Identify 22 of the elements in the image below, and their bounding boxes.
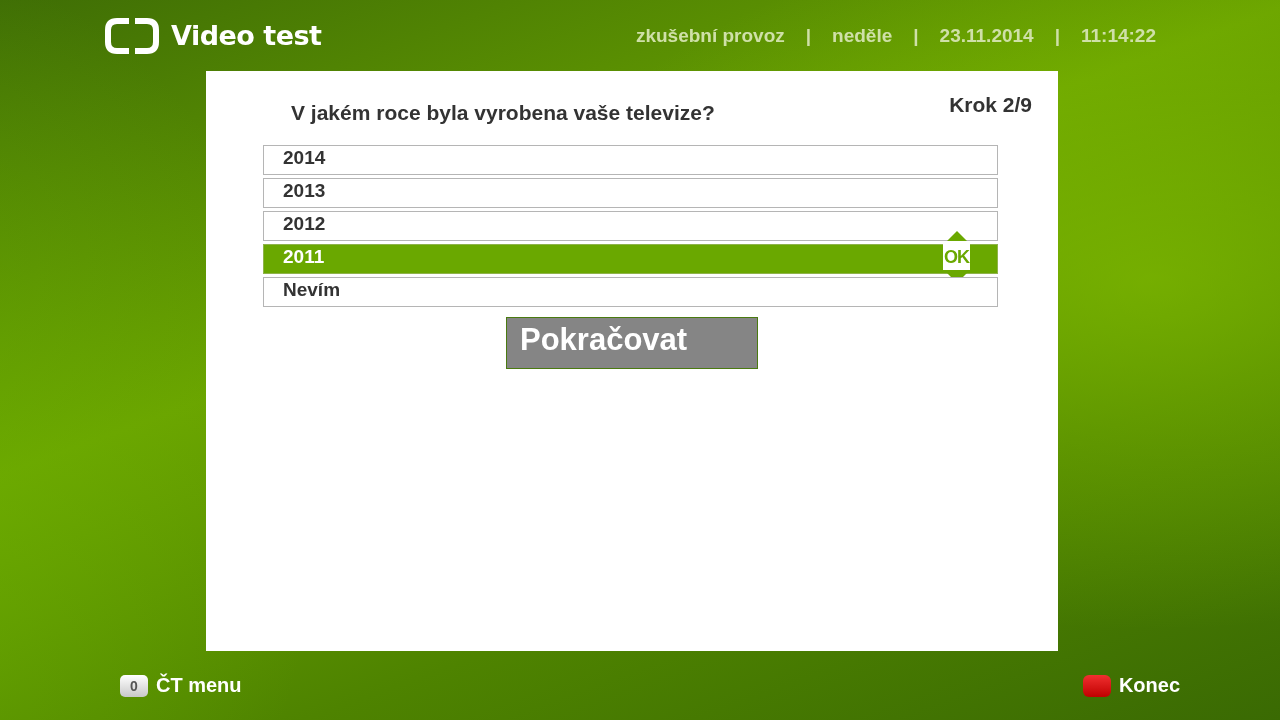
separator-text: | bbox=[805, 24, 812, 47]
exit-label: Konec bbox=[1118, 674, 1180, 697]
step-counter: Krok 2/9 bbox=[949, 93, 1032, 117]
exit-key-icon bbox=[1082, 674, 1111, 697]
zero-key: 0 bbox=[120, 674, 148, 697]
status-text: 23.11.2014 bbox=[939, 24, 1034, 47]
status-text: zkušební provoz bbox=[635, 24, 785, 47]
menu-label: ČT menu bbox=[156, 674, 242, 697]
answer-option[interactable]: Nevím bbox=[263, 277, 998, 307]
up-arrow-icon bbox=[946, 231, 967, 241]
answer-option[interactable]: 2014 bbox=[263, 145, 998, 175]
status-text: neděle bbox=[832, 24, 893, 47]
logo-text: Video test bbox=[171, 20, 322, 51]
answer-option[interactable]: 2012 bbox=[263, 211, 998, 241]
question-text: V jakém roce byla vyrobena vaše televize? bbox=[291, 101, 715, 125]
separator-text: | bbox=[1054, 24, 1060, 47]
separator-text: | bbox=[913, 24, 919, 47]
continue-button[interactable]: Pokračovat bbox=[506, 317, 758, 369]
status-text: 11:14:22 bbox=[1081, 24, 1156, 47]
answer-option[interactable]: 2013 bbox=[263, 178, 998, 208]
ok-hint: OK bbox=[943, 244, 970, 270]
logo-icon bbox=[105, 17, 159, 54]
